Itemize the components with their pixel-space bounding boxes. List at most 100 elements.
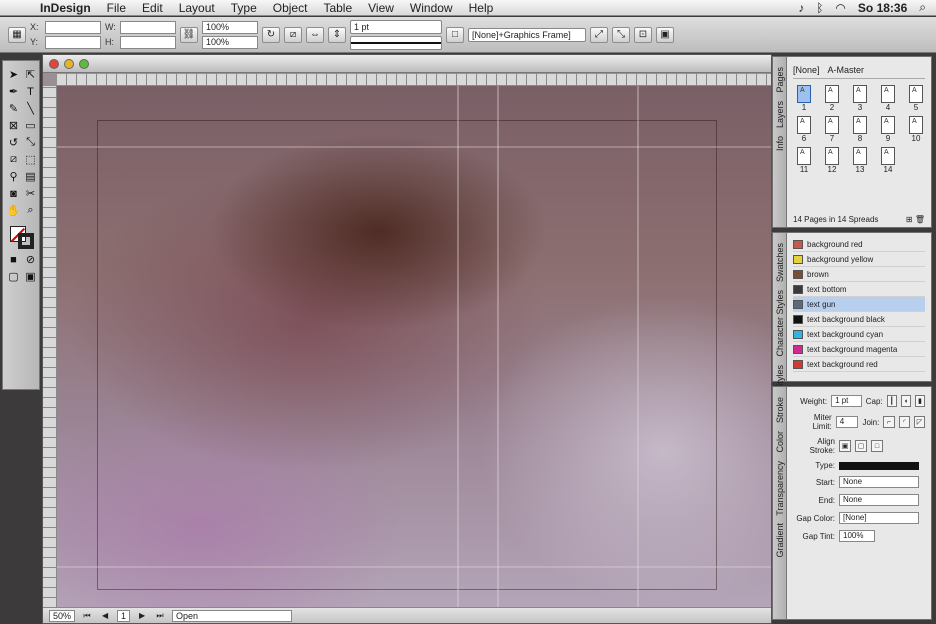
- gap-tint-field[interactable]: 100%: [839, 530, 875, 542]
- tab-pages[interactable]: Pages: [775, 67, 785, 93]
- scale-x-field[interactable]: 100%: [202, 20, 258, 34]
- fill-stroke-swatch[interactable]: [6, 224, 38, 250]
- swatch-item[interactable]: text background magenta: [793, 342, 925, 357]
- rotate-tool-icon[interactable]: ↺: [6, 135, 21, 150]
- stroke-weight-select[interactable]: 1 pt: [350, 19, 442, 34]
- menu-edit[interactable]: Edit: [134, 1, 171, 15]
- x-field[interactable]: [45, 20, 101, 34]
- menu-object[interactable]: Object: [265, 1, 316, 15]
- zoom-field[interactable]: 50%: [49, 609, 76, 622]
- align-outside-icon[interactable]: □: [871, 440, 883, 452]
- miter-join-icon[interactable]: ⌐: [883, 416, 895, 428]
- scale-tool-icon[interactable]: ⤡: [23, 135, 38, 150]
- next-page-icon[interactable]: ▶: [136, 610, 148, 622]
- bluetooth-icon[interactable]: ᛒ: [816, 1, 823, 15]
- reference-point-icon[interactable]: ▦: [8, 26, 26, 43]
- object-style-select[interactable]: [None]+Graphics Frame]: [468, 27, 586, 42]
- menu-type[interactable]: Type: [223, 1, 265, 15]
- minimize-icon[interactable]: [64, 58, 74, 69]
- volume-icon[interactable]: ♪: [798, 1, 804, 15]
- page-thumbnail[interactable]: 2: [821, 85, 843, 112]
- previous-page-icon[interactable]: ◀: [99, 610, 111, 622]
- page-thumbnail[interactable]: 10: [905, 116, 927, 143]
- fit-frame-icon[interactable]: ⤡: [612, 26, 630, 43]
- button-tool-icon[interactable]: ◙: [6, 186, 21, 201]
- last-page-icon[interactable]: ⏭: [154, 610, 166, 622]
- new-page-icon[interactable]: ⊞: [906, 215, 913, 224]
- line-tool-icon[interactable]: ╲: [23, 101, 38, 116]
- weight-field[interactable]: 1 pt: [831, 395, 862, 407]
- document-canvas[interactable]: [57, 86, 771, 607]
- align-inside-icon[interactable]: ▢: [855, 440, 867, 452]
- swatch-item[interactable]: text background black: [793, 312, 925, 327]
- hand-tool-icon[interactable]: ✋: [6, 203, 21, 218]
- h-field[interactable]: [120, 35, 176, 49]
- page-thumbnail[interactable]: 9: [877, 116, 899, 143]
- flip-vertical-icon[interactable]: ⇕: [328, 26, 346, 43]
- w-field[interactable]: [120, 20, 176, 34]
- menu-table[interactable]: Table: [315, 1, 360, 15]
- fill-frame-icon[interactable]: ▣: [656, 26, 674, 43]
- align-center-icon[interactable]: ▣: [839, 440, 851, 452]
- page-thumbnail[interactable]: 5: [905, 85, 927, 112]
- swatch-item[interactable]: text background red: [793, 357, 925, 372]
- flip-horizontal-icon[interactable]: ⇔: [306, 26, 324, 43]
- shear-tool-icon[interactable]: ⧄: [6, 152, 21, 167]
- page-thumbnail[interactable]: 4: [877, 85, 899, 112]
- first-page-icon[interactable]: ⏮: [81, 610, 93, 622]
- delete-page-icon[interactable]: 🗑: [915, 215, 925, 224]
- direct-selection-tool-icon[interactable]: ⇱: [23, 67, 38, 82]
- pen-tool-icon[interactable]: ✒: [6, 84, 21, 99]
- constrain-proportions-icon[interactable]: ⛓: [180, 26, 198, 43]
- round-join-icon[interactable]: ◜: [898, 416, 910, 428]
- rectangle-frame-tool-icon[interactable]: ⊠: [6, 118, 21, 133]
- stroke-type-select[interactable]: [839, 461, 919, 470]
- miter-field[interactable]: 4: [835, 416, 859, 428]
- menu-layout[interactable]: Layout: [171, 1, 223, 15]
- vertical-ruler[interactable]: [43, 86, 57, 607]
- status-field[interactable]: Open: [172, 609, 293, 622]
- swatch-item[interactable]: background yellow: [793, 252, 925, 267]
- page-thumbnail[interactable]: 3: [849, 85, 871, 112]
- apply-none-icon[interactable]: ⊘: [23, 252, 38, 267]
- start-select[interactable]: None: [839, 476, 919, 488]
- master-a[interactable]: A-Master: [828, 65, 865, 75]
- tab-layers[interactable]: Layers: [775, 101, 785, 128]
- page-number-field[interactable]: 1: [117, 609, 131, 622]
- tab-character-styles[interactable]: Character Styles: [775, 290, 785, 357]
- page-thumbnail[interactable]: 1: [793, 85, 815, 112]
- selection-tool-icon[interactable]: ➤: [6, 67, 21, 82]
- zoom-window-icon[interactable]: [79, 58, 89, 69]
- swatch-item[interactable]: text background cyan: [793, 327, 925, 342]
- horizontal-ruler[interactable]: [57, 74, 771, 86]
- swatch-item[interactable]: brown: [793, 267, 925, 282]
- menu-view[interactable]: View: [360, 1, 402, 15]
- rectangle-tool-icon[interactable]: ▭: [23, 118, 38, 133]
- center-content-icon[interactable]: ⊡: [634, 26, 652, 43]
- apply-color-icon[interactable]: ■: [6, 252, 21, 267]
- menu-app-name[interactable]: InDesign: [32, 1, 99, 15]
- end-select[interactable]: None: [839, 494, 919, 506]
- document-titlebar[interactable]: [43, 55, 771, 73]
- page-thumbnail[interactable]: 6: [793, 116, 815, 143]
- round-cap-icon[interactable]: ◖: [900, 395, 911, 407]
- swatch-item[interactable]: text bottom: [793, 282, 925, 297]
- page-thumbnail[interactable]: 7: [821, 116, 843, 143]
- tab-color[interactable]: Color: [775, 431, 785, 453]
- rotate-icon[interactable]: ↻: [262, 26, 280, 43]
- menu-window[interactable]: Window: [402, 1, 461, 15]
- tab-info[interactable]: Info: [775, 136, 785, 151]
- page-thumbnail[interactable]: 13: [849, 147, 871, 174]
- pencil-tool-icon[interactable]: ✎: [6, 101, 21, 116]
- normal-view-icon[interactable]: ▢: [6, 269, 21, 284]
- tab-stroke[interactable]: Stroke: [775, 397, 785, 423]
- swatch-item[interactable]: text gun: [793, 297, 925, 312]
- fill-swatch-icon[interactable]: □: [446, 26, 464, 43]
- gap-color-select[interactable]: [None]: [839, 512, 919, 524]
- preview-view-icon[interactable]: ▣: [23, 269, 38, 284]
- stroke-style-select[interactable]: [350, 35, 442, 50]
- gradient-tool-icon[interactable]: ▤: [23, 169, 38, 184]
- wifi-icon[interactable]: ◠: [835, 1, 845, 15]
- shear-icon[interactable]: ⧄: [284, 26, 302, 43]
- scissors-tool-icon[interactable]: ✂: [23, 186, 38, 201]
